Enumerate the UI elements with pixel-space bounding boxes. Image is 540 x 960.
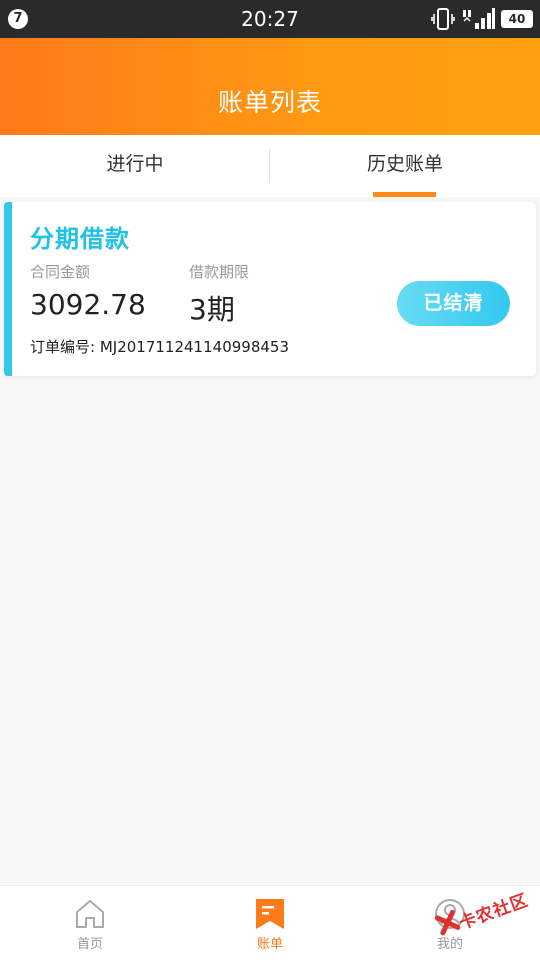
order-number-row: 订单编号: MJ201711241140998453 (30, 336, 289, 357)
nav-label-home: 首页 (76, 937, 103, 952)
battery-icon: 40 (501, 10, 533, 28)
status-bar: 7 20:27 40 (0, 0, 540, 38)
order-number-value: MJ201711241140998453 (99, 338, 289, 356)
tab-in-progress[interactable]: 进行中 (0, 135, 270, 197)
bill-card[interactable]: 分期借款 合同金额 借款期限 3092.78 3期 订单编号: MJ201711… (4, 202, 536, 376)
bill-icon (256, 899, 284, 929)
vibrate-icon (431, 8, 455, 30)
order-number-label: 订单编号: (30, 338, 96, 356)
loan-term-value: 3期 (189, 293, 235, 326)
contract-amount-value: 3092.78 (30, 288, 146, 321)
loan-term-label: 借款期限 (189, 263, 250, 281)
watermark-text: 卡农社区 (456, 890, 532, 934)
status-time: 20:27 (241, 7, 299, 31)
signal-icon (463, 8, 495, 29)
tab-history[interactable]: 历史账单 (270, 135, 540, 197)
settled-status-button[interactable]: 已结清 (397, 281, 510, 326)
card-accent-bar (4, 202, 12, 376)
nav-item-bill[interactable]: 账单 (180, 886, 360, 960)
active-tab-indicator (373, 192, 436, 197)
page-title: 账单列表 (217, 88, 322, 117)
home-icon (76, 900, 104, 928)
bill-title: 分期借款 (30, 225, 130, 253)
nav-item-home[interactable]: 首页 (0, 886, 180, 960)
nav-label-bill: 账单 (256, 937, 283, 952)
contract-amount-label: 合同金额 (30, 263, 91, 281)
tab-bar: 进行中 历史账单 (0, 135, 540, 197)
header: 账单列表 (0, 38, 540, 135)
